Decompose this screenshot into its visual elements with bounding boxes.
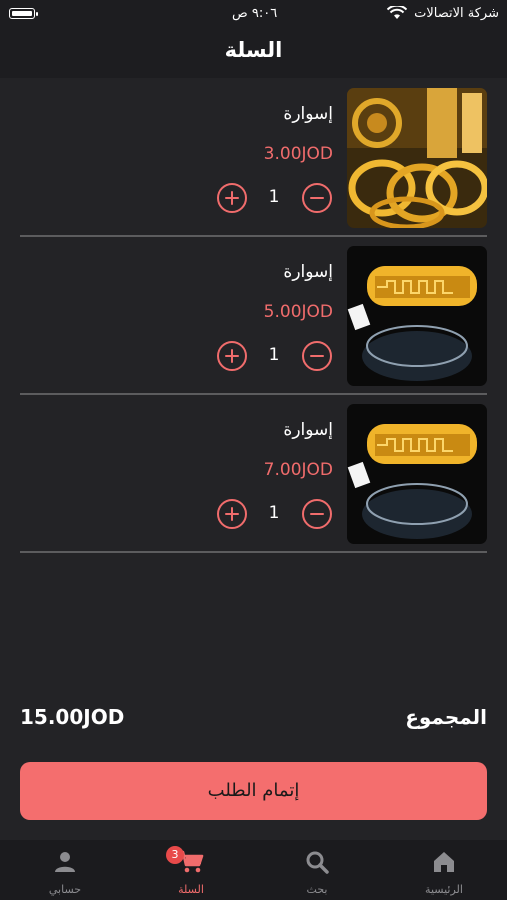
search-icon: [306, 851, 329, 874]
tab-search[interactable]: بحث: [254, 840, 380, 900]
quantity-value: 1: [268, 187, 280, 207]
gold-bangles-image[interactable]: [347, 88, 487, 228]
tab-bar: الرئيسية بحث 3 السلة حسابي: [0, 840, 507, 900]
divider: [20, 551, 487, 553]
item-name: إسوارة: [283, 262, 333, 282]
total-label: المجموع: [405, 705, 487, 729]
increase-quantity-button[interactable]: [217, 499, 247, 529]
status-time: ٩:٠٦ ص: [232, 6, 278, 21]
quantity-value: 1: [268, 503, 280, 523]
checkout-label: إتمام الطلب: [207, 780, 300, 801]
cart-item: إسوارة 7.00JOD 1: [0, 394, 507, 553]
item-price: 7.00JOD: [263, 460, 333, 480]
cart-item: إسوارة 3.00JOD 1: [0, 78, 507, 237]
decrease-quantity-button[interactable]: [302, 341, 332, 371]
tab-account[interactable]: حسابي: [2, 840, 128, 900]
item-name: إسوارة: [283, 104, 333, 124]
home-icon: [434, 852, 454, 872]
cart-item: إسوارة 5.00JOD 1: [0, 236, 507, 395]
gold-bangle-image[interactable]: [347, 404, 487, 544]
status-bar: ٩:٠٦ ص شركة الاتصالات: [0, 0, 507, 30]
carrier-name: شركة الاتصالات: [414, 6, 499, 21]
tab-home[interactable]: الرئيسية: [381, 840, 507, 900]
item-name: إسوارة: [283, 420, 333, 440]
checkout-button[interactable]: إتمام الطلب: [20, 762, 487, 820]
increase-quantity-button[interactable]: [217, 183, 247, 213]
wifi-icon: [386, 4, 408, 24]
decrease-quantity-button[interactable]: [302, 499, 332, 529]
tab-cart[interactable]: 3 السلة: [128, 840, 254, 900]
total-value: 15.00JOD: [20, 705, 125, 729]
page-title: السلة: [224, 38, 283, 62]
tab-label: حسابي: [48, 883, 82, 896]
tab-label: بحث: [306, 883, 328, 896]
tab-label: الرئيسية: [425, 883, 463, 896]
cart-badge: 3: [166, 846, 184, 864]
increase-quantity-button[interactable]: [217, 341, 247, 371]
nav-bar: السلة: [0, 30, 507, 78]
item-price: 5.00JOD: [263, 302, 333, 322]
item-price: 3.00JOD: [263, 144, 333, 164]
cart-list: إسوارة 3.00JOD 1 إسوارة 5.00JOD 1 إسوارة…: [0, 78, 507, 553]
account-icon: [55, 852, 75, 872]
decrease-quantity-button[interactable]: [302, 183, 332, 213]
quantity-value: 1: [268, 345, 280, 365]
gold-bangle-image[interactable]: [347, 246, 487, 386]
tab-label: السلة: [178, 883, 204, 896]
battery-icon: [9, 8, 38, 19]
